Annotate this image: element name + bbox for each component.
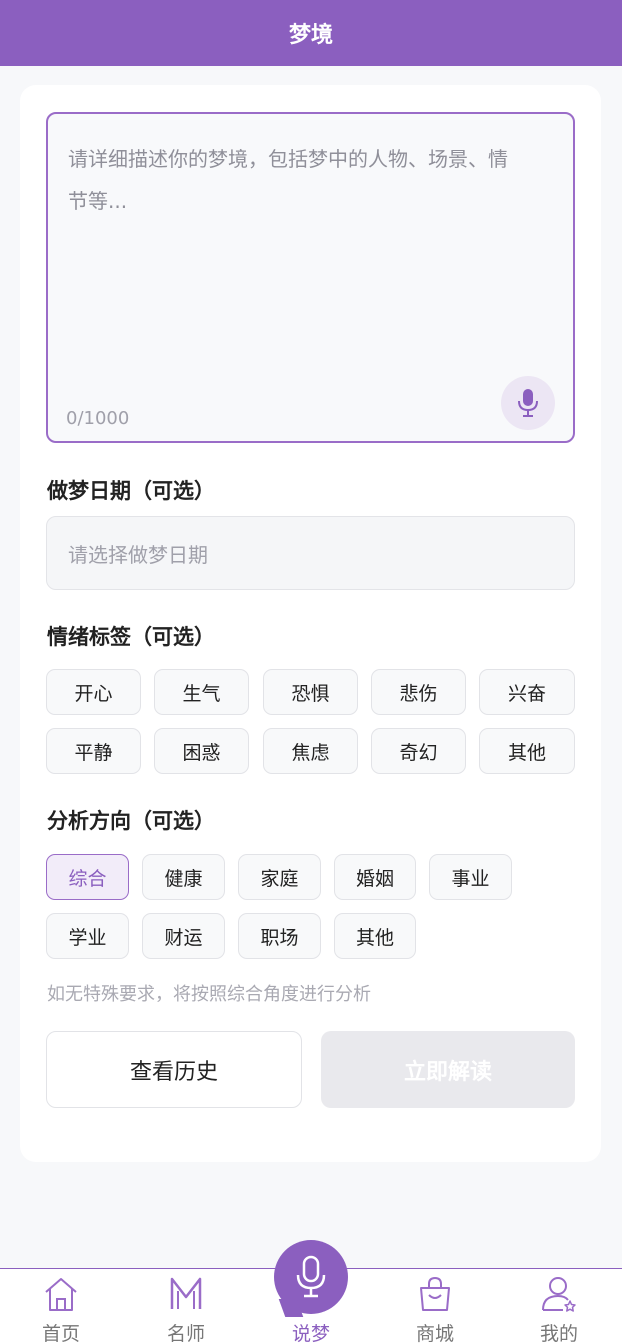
tab-home[interactable]: 首页 [6, 1269, 116, 1344]
char-counter: 0/1000 [66, 408, 130, 429]
center-record-button[interactable] [274, 1240, 348, 1317]
microphone-icon [518, 389, 538, 417]
dream-description-placeholder: 请详细描述你的梦境，包括梦中的人物、场景、情节等... [68, 147, 508, 213]
dream-form-card: 请详细描述你的梦境，包括梦中的人物、场景、情节等... 0/1000 做梦日期（… [20, 85, 601, 1162]
top-header: 梦境 [0, 0, 622, 66]
emotion-tag-confused[interactable]: 困惑 [154, 728, 249, 774]
analysis-tag-wealth[interactable]: 财运 [142, 913, 225, 959]
analysis-direction-title: 分析方向（可选） [47, 809, 215, 833]
emotion-tag-anxious[interactable]: 焦虑 [263, 728, 358, 774]
home-icon [45, 1278, 77, 1311]
master-m-icon [170, 1277, 202, 1309]
analysis-tag-comprehensive[interactable]: 综合 [46, 854, 129, 900]
dream-date-placeholder: 请选择做梦日期 [68, 542, 208, 567]
analysis-hint: 如无特殊要求，将按照综合角度进行分析 [47, 984, 371, 1005]
tab-tell-dream-label: 说梦 [291, 1323, 330, 1344]
tab-profile[interactable]: 我的 [504, 1269, 614, 1344]
analysis-tag-study[interactable]: 学业 [46, 913, 129, 959]
dream-date-title: 做梦日期（可选） [47, 479, 215, 503]
emotion-tag-fear[interactable]: 恐惧 [263, 669, 358, 715]
analysis-tag-other[interactable]: 其他 [334, 913, 416, 959]
analysis-tag-career[interactable]: 事业 [429, 854, 512, 900]
emotion-tag-fantasy[interactable]: 奇幻 [371, 728, 466, 774]
tab-profile-label: 我的 [539, 1323, 578, 1344]
analysis-tag-family[interactable]: 家庭 [238, 854, 321, 900]
emotion-tag-excited[interactable]: 兴奋 [479, 669, 575, 715]
tab-masters[interactable]: 名师 [131, 1269, 241, 1344]
microphone-icon [296, 1255, 326, 1298]
analysis-tag-health[interactable]: 健康 [142, 854, 225, 900]
interpret-now-button[interactable]: 立即解读 [321, 1031, 575, 1108]
tab-shop[interactable]: 商城 [380, 1269, 490, 1344]
emotion-tag-other[interactable]: 其他 [479, 728, 575, 774]
tab-shop-label: 商城 [415, 1323, 454, 1344]
emotion-tags-title: 情绪标签（可选） [47, 625, 215, 649]
emotion-tag-happy[interactable]: 开心 [46, 669, 141, 715]
analysis-tag-marriage[interactable]: 婚姻 [334, 854, 416, 900]
analysis-tag-workplace[interactable]: 职场 [238, 913, 321, 959]
dream-description-input[interactable]: 请详细描述你的梦境，包括梦中的人物、场景、情节等... 0/1000 [46, 112, 575, 443]
page-title: 梦境 [288, 23, 333, 48]
shopping-bag-icon [420, 1276, 450, 1311]
view-history-button[interactable]: 查看历史 [46, 1031, 302, 1108]
emotion-tag-angry[interactable]: 生气 [154, 669, 249, 715]
voice-input-button[interactable] [501, 376, 555, 430]
emotion-tag-sad[interactable]: 悲伤 [371, 669, 466, 715]
emotion-tag-calm[interactable]: 平静 [46, 728, 141, 774]
dream-date-picker[interactable]: 请选择做梦日期 [46, 516, 575, 590]
tab-masters-label: 名师 [166, 1323, 205, 1344]
profile-icon [542, 1277, 576, 1312]
tab-home-label: 首页 [41, 1323, 80, 1344]
